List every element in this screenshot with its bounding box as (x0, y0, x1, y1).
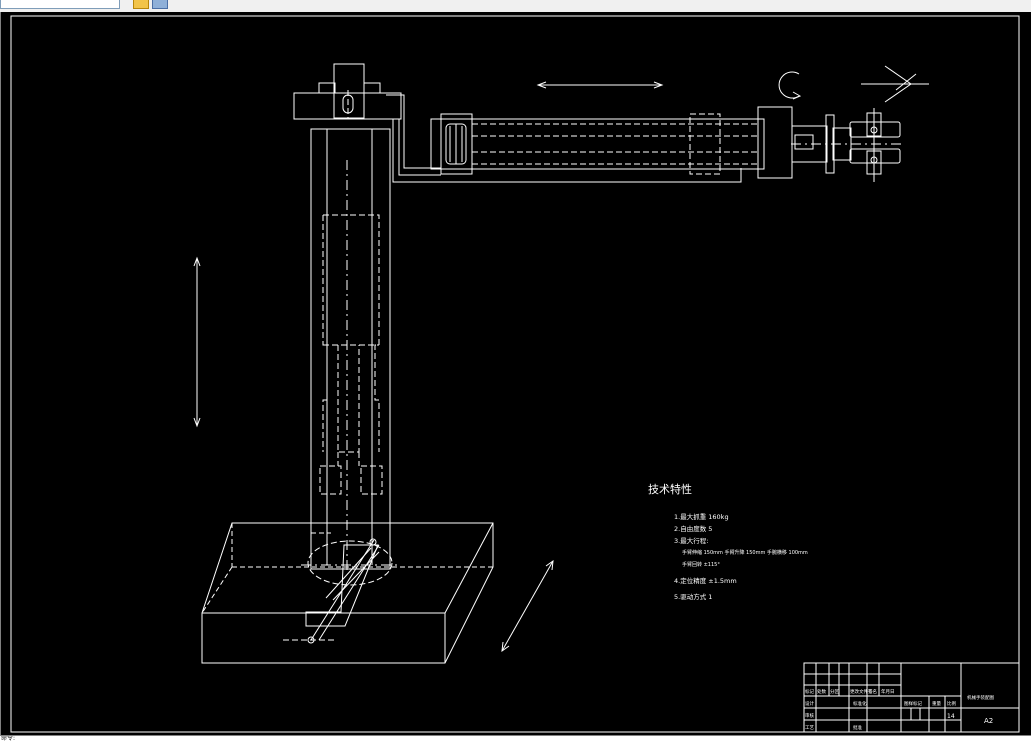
horizontal-arm-cylinder (430, 118, 765, 170)
sheet-size: A2 (984, 717, 993, 725)
spec-line-3: 3.最大行程: (674, 536, 708, 545)
tech-specs-block: 技术特性 1.最大抓重 160kg 2.自由度数 5 3.最大行程: 手臂伸缩 … (648, 482, 808, 601)
rev-header-1: 标记 (805, 688, 814, 695)
eraser-tool-icon[interactable] (152, 0, 168, 9)
sheet-border (10, 15, 1020, 733)
rev-header-5: 签名 (868, 688, 877, 695)
cad-drawing: 技术特性 1.最大抓重 160kg 2.自由度数 5 3.最大行程: 手臂伸缩 … (10, 15, 1020, 733)
row-label-process: 工艺 (805, 725, 814, 731)
rev-header-2: 处数 (817, 688, 826, 695)
layer-dropdown[interactable] (0, 0, 120, 9)
robot-arm-assembly (201, 63, 901, 664)
ratio-label: 比例 (947, 700, 956, 707)
wrist-block (757, 106, 793, 179)
spec-line-5: 5.驱动方式 1 (674, 592, 712, 601)
stage-label: 图样标记 (904, 700, 922, 707)
rev-header-6: 年月日 (881, 688, 895, 695)
weight-label: 重量 (932, 700, 941, 707)
tech-title: 技术特性 (648, 482, 692, 496)
column-head-block (333, 63, 365, 119)
gripper-jaw-upper (849, 121, 901, 138)
motion-indicators (193, 65, 929, 653)
mid-label-standard: 标准化 (853, 700, 867, 707)
title-block-text: 标记 处数 分区 更改文件号 签名 年月日 设计 审核 工艺 标准化 批准 图样… (805, 688, 994, 731)
vertical-column (310, 128, 391, 570)
drawing-canvas[interactable]: 技术特性 1.最大抓重 160kg 2.自由度数 5 3.最大行程: 手臂伸缩 … (0, 12, 1031, 736)
base-travel-arrow (501, 560, 554, 652)
sheet-count: 14 (947, 713, 955, 720)
spec-line-2: 2.自由度数 5 (674, 524, 712, 533)
spec-line-3a: 手臂伸缩 150mm 手臂升降 150mm 手腕横移 100mm (682, 549, 808, 556)
drawing-name: 机械手装配图 (967, 694, 994, 701)
rev-header-3: 分区 (830, 688, 839, 695)
mid-label-approve: 批准 (853, 724, 862, 731)
row-label-design: 设计 (805, 700, 814, 707)
spec-line-3b: 手臂回转 ±115° (682, 561, 720, 568)
pencil-tool-icon[interactable] (133, 0, 149, 9)
spec-line-1: 1.最大抓重 160kg (674, 512, 729, 521)
spec-line-4: 4.定位精度 ±1.5mm (674, 576, 737, 585)
row-label-review: 审核 (805, 712, 814, 719)
